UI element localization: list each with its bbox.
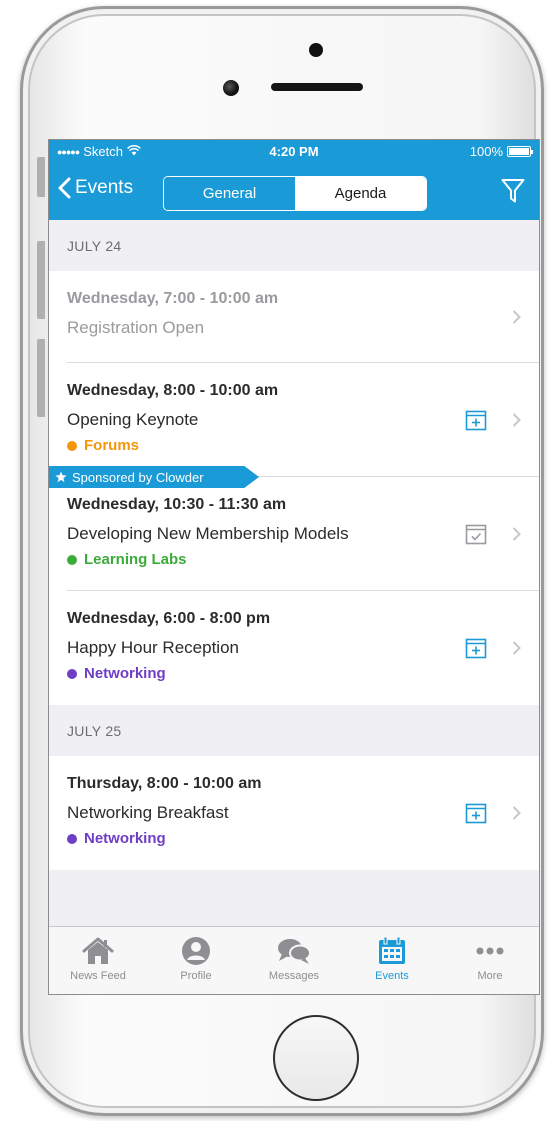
add-to-calendar-icon[interactable] bbox=[465, 802, 487, 824]
event-time: Wednesday, 8:00 - 10:00 am bbox=[67, 382, 279, 399]
event-row-registration-open[interactable]: Wednesday, 7:00 - 10:00 am Registration … bbox=[49, 271, 539, 363]
tab-news-feed[interactable]: News Feed bbox=[49, 927, 147, 994]
chevron-right-icon bbox=[512, 806, 521, 821]
tab-profile[interactable]: Profile bbox=[147, 927, 245, 994]
front-camera bbox=[309, 43, 323, 57]
event-row-opening-keynote[interactable]: Wednesday, 8:00 - 10:00 am Opening Keyno… bbox=[49, 363, 539, 477]
section-header-july-25: JULY 25 bbox=[49, 705, 539, 756]
proximity-sensor bbox=[223, 80, 239, 96]
tab-messages[interactable]: Messages bbox=[245, 927, 343, 994]
volume-up-button bbox=[37, 241, 45, 319]
event-row-networking-breakfast[interactable]: Thursday, 8:00 - 10:00 am Networking Bre… bbox=[49, 756, 539, 870]
battery-icon bbox=[507, 146, 533, 157]
tab-label: News Feed bbox=[70, 970, 126, 982]
segmented-control: General Agenda bbox=[163, 176, 427, 211]
filter-icon bbox=[501, 179, 525, 203]
chevron-right-icon bbox=[512, 310, 521, 325]
category-label: Networking bbox=[84, 665, 166, 682]
calendar-check-icon[interactable] bbox=[465, 523, 487, 545]
sponsor-banner: Sponsored by Clowder bbox=[49, 466, 259, 488]
category-label: Forums bbox=[84, 437, 140, 454]
event-category-tag: Forums bbox=[67, 437, 539, 455]
section-header-july-24: JULY 24 bbox=[49, 220, 539, 271]
event-time: Wednesday, 7:00 - 10:00 am bbox=[67, 290, 279, 307]
add-to-calendar-icon[interactable] bbox=[465, 637, 487, 659]
category-label: Learning Labs bbox=[84, 551, 187, 568]
event-category-tag: Networking bbox=[67, 665, 539, 683]
tab-label: Events bbox=[375, 970, 409, 982]
status-right: 100% bbox=[469, 144, 533, 159]
chevron-right-icon bbox=[512, 641, 521, 656]
profile-icon bbox=[181, 936, 211, 966]
event-time: Wednesday, 6:00 - 8:00 pm bbox=[67, 610, 271, 627]
category-label: Networking bbox=[84, 830, 166, 847]
home-icon bbox=[82, 936, 114, 966]
mute-switch bbox=[37, 157, 45, 197]
agenda-list: JULY 24 Wednesday, 7:00 - 10:00 am Regis… bbox=[49, 220, 539, 928]
category-dot bbox=[67, 441, 77, 451]
tab-more[interactable]: More bbox=[441, 927, 539, 994]
star-icon bbox=[55, 471, 67, 483]
battery-percent: 100% bbox=[469, 144, 503, 159]
tab-bar: News Feed Profile Messages Events More bbox=[49, 926, 539, 994]
segment-general[interactable]: General bbox=[164, 177, 295, 210]
status-time: 4:20 PM bbox=[269, 144, 319, 159]
more-icon bbox=[475, 936, 505, 966]
calendar-icon bbox=[377, 936, 407, 966]
event-category-tag: Learning Labs bbox=[67, 551, 539, 569]
battery-level bbox=[509, 148, 529, 155]
chevron-left-icon bbox=[57, 177, 71, 199]
volume-down-button bbox=[37, 339, 45, 417]
tab-label: Profile bbox=[180, 970, 212, 982]
filter-button[interactable] bbox=[501, 178, 525, 209]
status-bar: ●●●●● Sketch 4:20 PM 100% bbox=[49, 140, 539, 164]
back-button[interactable]: Events bbox=[57, 177, 133, 199]
event-row-membership-models[interactable]: Sponsored by Clowder Wednesday, 10:30 - … bbox=[49, 466, 539, 591]
tab-label: More bbox=[477, 970, 503, 982]
app-screen: ●●●●● Sketch 4:20 PM 100% Events General… bbox=[48, 139, 540, 995]
event-category-tag: Networking bbox=[67, 830, 539, 848]
sponsor-label: Sponsored by Clowder bbox=[72, 469, 204, 485]
navigation-bar: Events General Agenda bbox=[49, 164, 539, 220]
home-button[interactable] bbox=[273, 1015, 359, 1101]
messages-icon bbox=[277, 936, 311, 966]
back-button-label: Events bbox=[75, 177, 134, 198]
chevron-right-icon bbox=[512, 413, 521, 428]
segment-agenda[interactable]: Agenda bbox=[295, 177, 426, 210]
event-time: Thursday, 8:00 - 10:00 am bbox=[67, 775, 262, 792]
category-dot bbox=[67, 555, 77, 565]
chevron-right-icon bbox=[512, 527, 521, 542]
earpiece-speaker bbox=[271, 83, 363, 91]
tab-label: Messages bbox=[268, 970, 320, 982]
tab-events[interactable]: Events bbox=[343, 927, 441, 994]
event-row-happy-hour[interactable]: Wednesday, 6:00 - 8:00 pm Happy Hour Rec… bbox=[49, 591, 539, 705]
event-title: Registration Open bbox=[67, 318, 205, 337]
event-time: Wednesday, 10:30 - 11:30 am bbox=[67, 496, 287, 513]
category-dot bbox=[67, 834, 77, 844]
add-to-calendar-icon[interactable] bbox=[465, 409, 487, 431]
category-dot bbox=[67, 669, 77, 679]
